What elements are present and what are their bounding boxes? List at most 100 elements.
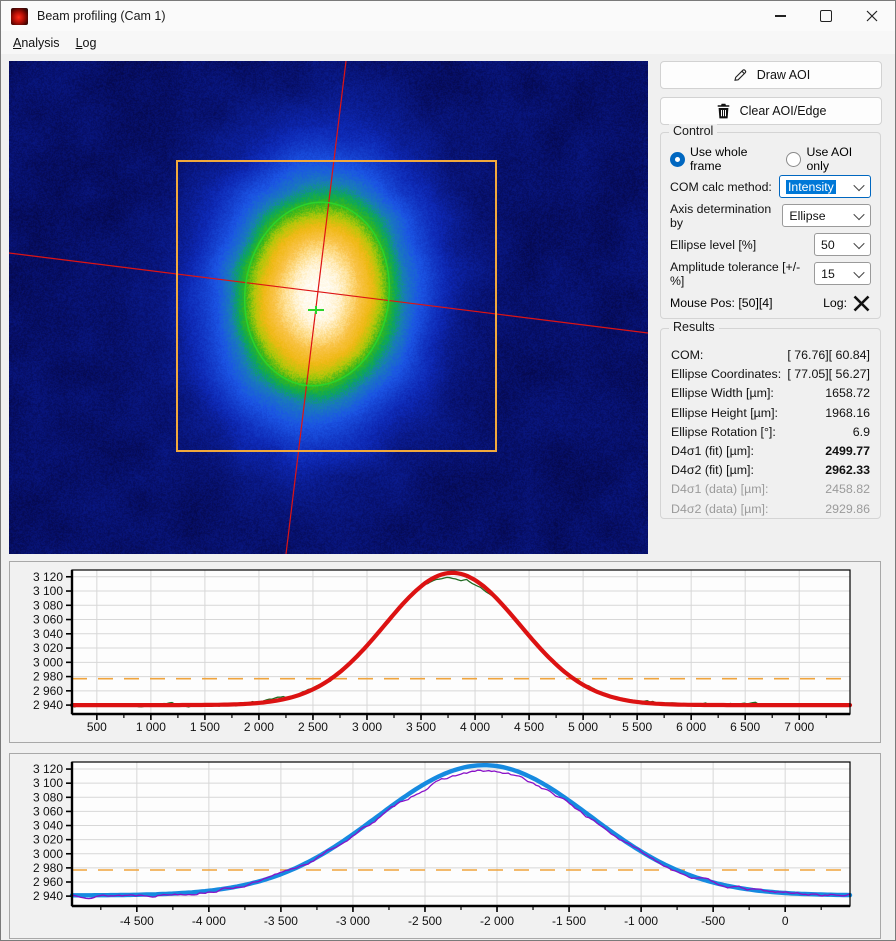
profile-chart-axis2-plot: 2 9402 9602 9803 0003 0203 0403 0603 080… — [10, 754, 880, 938]
mouse-pos-readout: Mouse Pos: [50][4] — [670, 296, 773, 310]
menu-analysis[interactable]: Analysis — [5, 34, 68, 52]
ellipse-outline — [234, 194, 399, 394]
result-row-com: COM:[ 76.76][ 60.84] — [671, 346, 870, 365]
maximize-icon — [820, 10, 832, 22]
svg-text:-3 500: -3 500 — [264, 914, 298, 928]
close-icon — [866, 10, 878, 22]
result-row-d4sigma1-data: D4σ1 (data) [µm]:2458.82 — [671, 480, 870, 499]
beam-overlay — [9, 61, 648, 554]
svg-text:3 100: 3 100 — [33, 776, 63, 790]
chevron-down-icon — [853, 266, 864, 277]
svg-text:0: 0 — [782, 914, 789, 928]
svg-text:-1 000: -1 000 — [624, 914, 658, 928]
svg-text:6 500: 6 500 — [730, 720, 760, 734]
control-title: Control — [669, 124, 717, 138]
svg-text:2 000: 2 000 — [244, 720, 274, 734]
svg-text:2 940: 2 940 — [33, 698, 63, 712]
clear-aoi-edge-label: Clear AOI/Edge — [740, 104, 827, 118]
radio-whole-frame-label: Use whole frame — [690, 145, 773, 173]
svg-text:-2 000: -2 000 — [480, 914, 514, 928]
result-row-ellipse-width: Ellipse Width [µm]:1658.72 — [671, 384, 870, 403]
profile-chart-axis1: 2 9402 9602 9803 0003 0203 0403 0603 080… — [9, 561, 881, 743]
axis-determination-label: Axis determination by — [670, 202, 782, 230]
svg-text:3 040: 3 040 — [33, 627, 63, 641]
trash-icon — [716, 103, 731, 119]
ellipse-level-label: Ellipse level [%] — [670, 238, 756, 252]
svg-text:2 960: 2 960 — [33, 875, 63, 889]
amplitude-tolerance-label: Amplitude tolerance [+/-%] — [670, 260, 814, 288]
ellipse-level-value: 50 — [821, 238, 835, 252]
svg-text:-1 500: -1 500 — [552, 914, 586, 928]
svg-text:3 000: 3 000 — [33, 655, 63, 669]
svg-text:3 060: 3 060 — [33, 804, 63, 818]
amplitude-tolerance-combobox[interactable]: 15 — [814, 262, 871, 285]
svg-text:2 940: 2 940 — [33, 889, 63, 903]
svg-text:3 000: 3 000 — [33, 847, 63, 861]
beam-view — [9, 61, 648, 554]
result-row-ellipse-height: Ellipse Height [µm]:1968.16 — [671, 404, 870, 423]
svg-text:6 000: 6 000 — [676, 720, 706, 734]
draw-aoi-label: Draw AOI — [757, 68, 811, 82]
svg-text:2 960: 2 960 — [33, 684, 63, 698]
svg-text:-2 500: -2 500 — [408, 914, 442, 928]
svg-text:5 000: 5 000 — [568, 720, 598, 734]
control-groupbox: Control Use whole frame Use AOI only COM… — [660, 132, 881, 319]
chevron-down-icon — [853, 237, 864, 248]
svg-text:3 060: 3 060 — [33, 613, 63, 627]
result-row-d4sigma1-fit: D4σ1 (fit) [µm]:2499.77 — [671, 442, 870, 461]
com-method-combobox[interactable]: Intensity — [779, 175, 871, 198]
log-label: Log: — [823, 296, 847, 310]
svg-text:3 120: 3 120 — [33, 762, 63, 776]
svg-text:4 000: 4 000 — [460, 720, 490, 734]
com-marker-icon — [308, 306, 324, 314]
app-icon — [11, 8, 28, 25]
result-row-ellipse-coordinates: Ellipse Coordinates:[ 77.05][ 56.27] — [671, 365, 870, 384]
svg-text:2 980: 2 980 — [33, 670, 63, 684]
pencil-icon — [732, 67, 748, 83]
chevron-down-icon — [853, 208, 864, 219]
maximize-button[interactable] — [803, 1, 849, 31]
svg-text:3 100: 3 100 — [33, 584, 63, 598]
radio-use-aoi-only[interactable]: Use AOI only — [786, 145, 871, 173]
radio-unselected-icon — [786, 152, 801, 167]
crosshair-axis2-line — [9, 253, 648, 333]
profile-chart-axis2: 2 9402 9602 9803 0003 0203 0403 0603 080… — [9, 753, 881, 939]
minimize-icon — [775, 15, 786, 16]
amplitude-tolerance-value: 15 — [821, 267, 835, 281]
result-row-d4sigma2-data: D4σ2 (data) [µm]:2929.86 — [671, 500, 870, 519]
svg-text:-4 000: -4 000 — [192, 914, 226, 928]
ellipse-level-combobox[interactable]: 50 — [814, 233, 871, 256]
svg-text:2 500: 2 500 — [298, 720, 328, 734]
svg-text:3 500: 3 500 — [406, 720, 436, 734]
svg-text:500: 500 — [87, 720, 107, 734]
log-off-x-icon[interactable] — [852, 294, 871, 313]
com-method-label: COM calc method: — [670, 180, 772, 194]
svg-text:7 000: 7 000 — [784, 720, 814, 734]
radio-aoi-only-label: Use AOI only — [806, 145, 871, 173]
chevron-down-icon — [853, 179, 864, 190]
svg-text:4 500: 4 500 — [514, 720, 544, 734]
menu-bar: Analysis Log — [1, 31, 895, 54]
minimize-button[interactable] — [757, 1, 803, 31]
close-button[interactable] — [849, 1, 895, 31]
svg-text:1 000: 1 000 — [136, 720, 166, 734]
radio-use-whole-frame[interactable]: Use whole frame — [670, 145, 773, 173]
draw-aoi-button[interactable]: Draw AOI — [660, 61, 882, 89]
com-method-value: Intensity — [786, 180, 836, 194]
svg-text:3 080: 3 080 — [33, 790, 63, 804]
window-title: Beam profiling (Cam 1) — [37, 9, 166, 23]
menu-log[interactable]: Log — [68, 34, 105, 52]
svg-text:3 120: 3 120 — [33, 570, 63, 584]
axis-determination-combobox[interactable]: Ellipse — [782, 204, 871, 227]
results-groupbox: Results COM:[ 76.76][ 60.84] Ellipse Coo… — [660, 328, 881, 519]
svg-text:-4 500: -4 500 — [120, 914, 154, 928]
svg-text:-3 000: -3 000 — [336, 914, 370, 928]
clear-aoi-edge-button[interactable]: Clear AOI/Edge — [660, 97, 882, 125]
result-row-d4sigma2-fit: D4σ2 (fit) [µm]:2962.33 — [671, 461, 870, 480]
app-window: Beam profiling (Cam 1) Analysis Log Draw… — [0, 0, 896, 941]
title-bar: Beam profiling (Cam 1) — [1, 1, 895, 31]
svg-text:5 500: 5 500 — [622, 720, 652, 734]
svg-text:3 020: 3 020 — [33, 641, 63, 655]
radio-selected-icon — [670, 152, 685, 167]
profile-chart-axis1-plot: 2 9402 9602 9803 0003 0203 0403 0603 080… — [10, 562, 880, 742]
